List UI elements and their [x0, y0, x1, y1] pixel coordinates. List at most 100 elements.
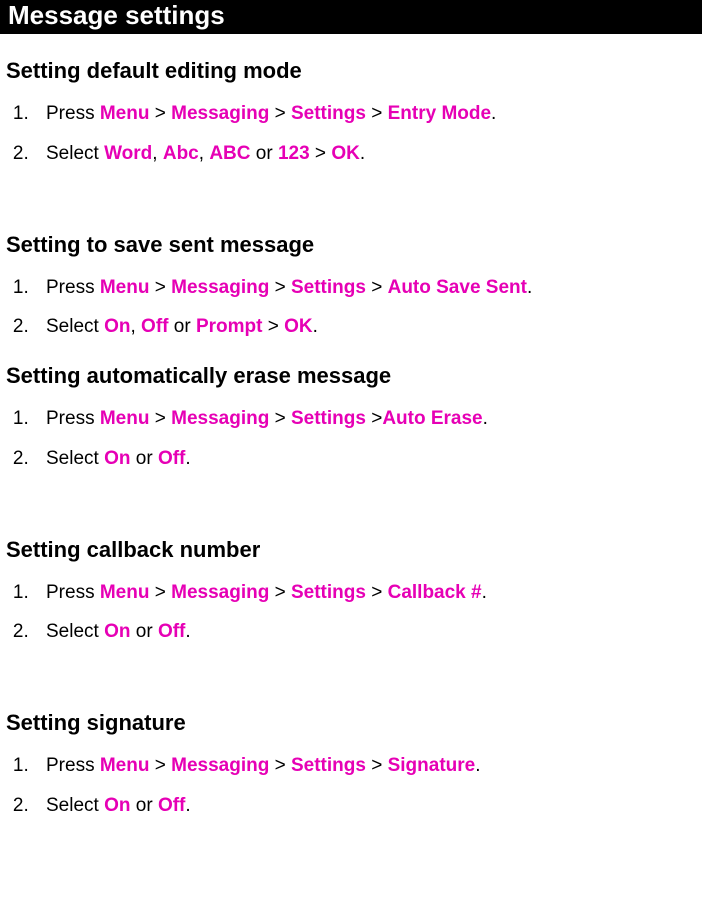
text: . — [475, 755, 480, 776]
option: 123 — [278, 143, 310, 164]
section-entry-mode: Setting default editing mode Press Menu … — [0, 58, 702, 166]
menu-path-item: Auto Erase — [382, 408, 482, 429]
menu-path-item: Settings — [291, 755, 366, 776]
menu-path-item: Signature — [388, 755, 476, 776]
sep: > — [269, 755, 291, 776]
sep: > — [149, 408, 171, 429]
step-item: Press Menu > Messaging > Settings > Sign… — [34, 754, 696, 778]
text: Select — [46, 143, 104, 164]
text: . — [527, 277, 532, 298]
menu-path-item: Messaging — [171, 277, 269, 298]
sep: or — [130, 621, 157, 642]
sep: > — [149, 277, 171, 298]
option: On — [104, 795, 130, 816]
sep: > — [269, 408, 291, 429]
menu-path-item: Menu — [100, 582, 150, 603]
menu-path-item: Callback # — [388, 582, 482, 603]
sep: or — [168, 316, 195, 337]
section-heading: Setting to save sent message — [6, 232, 696, 258]
menu-path-item: Messaging — [171, 755, 269, 776]
sep: or — [130, 795, 157, 816]
text: Press — [46, 755, 100, 776]
text: Press — [46, 408, 100, 429]
sep: > — [366, 103, 388, 124]
sep: > — [149, 582, 171, 603]
text: Press — [46, 582, 100, 603]
menu-path-item: Entry Mode — [388, 103, 491, 124]
section-heading: Setting automatically erase message — [6, 363, 696, 389]
text: . — [185, 621, 190, 642]
sep: , — [152, 143, 163, 164]
sep: > — [366, 755, 388, 776]
sep: > — [366, 582, 388, 603]
sep: , — [199, 143, 210, 164]
sep: > — [310, 143, 332, 164]
text: Select — [46, 795, 104, 816]
text: . — [313, 316, 318, 337]
spacer — [0, 184, 702, 208]
spacer — [0, 489, 702, 513]
section-heading: Setting callback number — [6, 537, 696, 563]
step-item: Select On or Off. — [34, 620, 696, 644]
text: Select — [46, 621, 104, 642]
sep: > — [366, 408, 382, 429]
steps-list: Press Menu > Messaging > Settings > Call… — [6, 581, 696, 645]
spacer — [0, 662, 702, 686]
sep: > — [366, 277, 388, 298]
sep: or — [130, 448, 157, 469]
text: . — [185, 448, 190, 469]
menu-path-item: Settings — [291, 103, 366, 124]
menu-path-item: Menu — [100, 277, 150, 298]
steps-list: Press Menu > Messaging > Settings > Sign… — [6, 754, 696, 818]
menu-path-item: Settings — [291, 582, 366, 603]
step-item: Select On, Off or Prompt > OK. — [34, 315, 696, 339]
section-auto-erase: Setting automatically erase message Pres… — [0, 363, 702, 471]
steps-list: Press Menu > Messaging > Settings >Auto … — [6, 407, 696, 471]
text: . — [185, 795, 190, 816]
page-title: Message settings — [0, 0, 702, 34]
option: Off — [158, 621, 185, 642]
option: On — [104, 448, 130, 469]
step-item: Press Menu > Messaging > Settings > Call… — [34, 581, 696, 605]
option: Word — [104, 143, 152, 164]
step-item: Press Menu > Messaging > Settings > Auto… — [34, 276, 696, 300]
option: Abc — [163, 143, 199, 164]
menu-path-item: Messaging — [171, 582, 269, 603]
step-item: Press Menu > Messaging > Settings > Entr… — [34, 102, 696, 126]
section-signature: Setting signature Press Menu > Messaging… — [0, 710, 702, 818]
sep: , — [130, 316, 141, 337]
option: Off — [158, 795, 185, 816]
sep: > — [149, 755, 171, 776]
menu-path-item: Menu — [100, 103, 150, 124]
step-item: Select On or Off. — [34, 447, 696, 471]
text: Press — [46, 277, 100, 298]
section-callback-number: Setting callback number Press Menu > Mes… — [0, 537, 702, 645]
sep: or — [251, 143, 278, 164]
text: Press — [46, 103, 100, 124]
sep: > — [149, 103, 171, 124]
option: Off — [158, 448, 185, 469]
option: Prompt — [196, 316, 263, 337]
steps-list: Press Menu > Messaging > Settings > Entr… — [6, 102, 696, 166]
text: . — [491, 103, 496, 124]
menu-path-item: Messaging — [171, 103, 269, 124]
text: Select — [46, 316, 104, 337]
menu-path-item: Settings — [291, 408, 366, 429]
sep: > — [269, 582, 291, 603]
sep: > — [262, 316, 284, 337]
option: OK — [331, 143, 360, 164]
menu-path-item: Messaging — [171, 408, 269, 429]
option: OK — [284, 316, 313, 337]
option: ABC — [209, 143, 250, 164]
menu-path-item: Settings — [291, 277, 366, 298]
option: On — [104, 316, 130, 337]
menu-path-item: Auto Save Sent — [388, 277, 527, 298]
text: Select — [46, 448, 104, 469]
section-auto-save-sent: Setting to save sent message Press Menu … — [0, 232, 702, 340]
text: . — [482, 582, 487, 603]
steps-list: Press Menu > Messaging > Settings > Auto… — [6, 276, 696, 340]
sep: > — [269, 103, 291, 124]
step-item: Select On or Off. — [34, 794, 696, 818]
section-heading: Setting signature — [6, 710, 696, 736]
step-item: Select Word, Abc, ABC or 123 > OK. — [34, 142, 696, 166]
